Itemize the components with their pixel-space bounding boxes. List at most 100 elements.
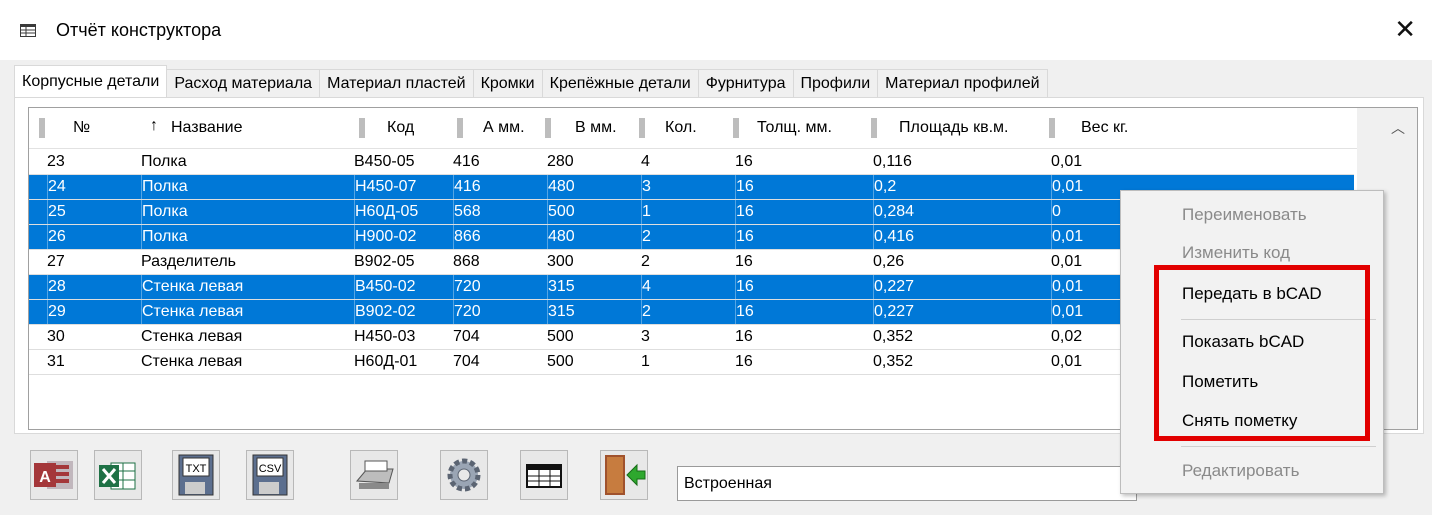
cell-qty: 3	[641, 328, 650, 345]
svg-text:A: A	[39, 469, 51, 486]
cell-weight: 0,02	[1051, 328, 1083, 345]
cell-b: 480	[547, 225, 575, 249]
cell-qty: 4	[641, 153, 650, 170]
cell-name: Полка	[141, 225, 188, 249]
cell-thickness: 16	[735, 175, 754, 199]
cell-code: Н450-07	[354, 175, 416, 199]
table-row[interactable]: 23 Полка В450-05 416 280 4 16 0,116 0,01	[29, 150, 1354, 175]
column-header-number[interactable]: №	[39, 108, 129, 148]
tab-fasteners[interactable]: Крепёжные детали	[542, 69, 699, 98]
report-type-combo[interactable]: Встроенная	[677, 466, 1137, 501]
tab-edges[interactable]: Кромки	[473, 69, 543, 98]
cell-number: 31	[47, 353, 65, 370]
cell-qty: 1	[641, 200, 651, 224]
cell-number: 30	[47, 328, 65, 345]
cell-qty: 1	[641, 353, 650, 370]
export-txt-button[interactable]: TXT	[172, 450, 220, 500]
cell-a: 704	[453, 353, 480, 370]
cell-area: 0,352	[873, 353, 914, 370]
cell-a: 720	[453, 300, 481, 324]
cell-number: 28	[47, 275, 66, 299]
column-header-thickness[interactable]: Толщ. мм.	[731, 108, 861, 148]
cell-number: 25	[47, 200, 66, 224]
cell-b: 480	[547, 175, 575, 199]
cell-code: Н60Д-05	[354, 200, 418, 224]
column-header-qty[interactable]: Кол.	[639, 108, 729, 148]
column-header-weight[interactable]: Вес кг.	[1047, 108, 1247, 148]
cell-number: 24	[47, 175, 66, 199]
cell-code: Н450-03	[354, 328, 416, 345]
cell-qty: 4	[641, 275, 651, 299]
menu-item-change-code[interactable]: Изменить код	[1182, 243, 1290, 263]
cell-code: В902-05	[354, 253, 415, 270]
cell-thickness: 16	[735, 275, 754, 299]
cell-weight: 0,01	[1051, 225, 1083, 249]
column-header-area[interactable]: Площадь кв.м.	[869, 108, 1044, 148]
report-window-icon	[20, 24, 36, 37]
cell-b: 500	[547, 200, 575, 224]
cell-number: 27	[47, 253, 65, 270]
tab-hardware[interactable]: Фурнитура	[698, 69, 794, 98]
title-bar: Отчёт конструктора ✕	[0, 0, 1432, 60]
export-excel-button[interactable]	[94, 450, 142, 500]
cell-area: 0,284	[873, 200, 914, 224]
cell-qty: 2	[641, 300, 651, 324]
cell-thickness: 16	[735, 328, 753, 345]
cell-number: 29	[47, 300, 66, 324]
cell-b: 315	[547, 300, 575, 324]
cell-area: 0,116	[873, 153, 912, 170]
export-csv-button[interactable]: CSV	[246, 450, 294, 500]
column-header-b[interactable]: В мм.	[541, 108, 631, 148]
tab-body-parts[interactable]: Корпусные детали	[14, 65, 168, 98]
cell-weight: 0,01	[1051, 153, 1083, 170]
tab-panel-material[interactable]: Материал пластей	[320, 69, 474, 98]
cell-b: 280	[547, 153, 574, 170]
floppy-txt-icon: TXT	[178, 454, 214, 496]
exit-button[interactable]	[600, 450, 648, 500]
column-header-a[interactable]: А мм.	[449, 108, 539, 148]
tab-bar: Корпусные детали Расход материала Матери…	[14, 65, 1048, 98]
cell-number: 23	[47, 153, 65, 170]
cell-area: 0,2	[873, 175, 896, 199]
menu-item-edit[interactable]: Редактировать	[1182, 461, 1299, 481]
cell-code: В450-05	[354, 153, 415, 170]
window-title: Отчёт конструктора	[56, 20, 222, 40]
cell-b: 500	[547, 353, 574, 370]
menu-item-rename[interactable]: Переименовать	[1182, 205, 1307, 225]
cell-area: 0,416	[873, 225, 914, 249]
close-icon[interactable]: ✕	[1394, 14, 1416, 44]
cell-weight: 0,01	[1051, 175, 1083, 199]
column-header-code[interactable]: Код	[351, 108, 447, 148]
cell-a: 416	[453, 153, 480, 170]
cell-number: 26	[47, 225, 66, 249]
settings-button[interactable]	[440, 450, 488, 500]
cell-a: 866	[453, 225, 481, 249]
cell-a: 720	[453, 275, 481, 299]
tab-material-usage[interactable]: Расход материала	[167, 69, 321, 98]
cell-area: 0,26	[873, 253, 905, 270]
tab-profiles[interactable]: Профили	[793, 69, 879, 98]
cell-weight: 0,01	[1051, 353, 1083, 370]
cell-code: В450-02	[354, 275, 416, 299]
cell-weight: 0,01	[1051, 300, 1083, 324]
report-type-value: Встроенная	[684, 475, 772, 492]
excel-icon	[99, 462, 136, 490]
highlight-annotation-box	[1154, 265, 1370, 441]
cell-thickness: 16	[735, 153, 753, 170]
column-header-name[interactable]: ↑ Название	[135, 108, 350, 148]
table-header: № ↑ Название Код А мм. В мм. Кол. Толщ. …	[29, 108, 1417, 149]
svg-text:TXT: TXT	[186, 463, 207, 475]
table-view-button[interactable]	[520, 450, 568, 500]
cell-name: Стенка левая	[141, 353, 243, 370]
cell-qty: 3	[641, 175, 651, 199]
cell-area: 0,227	[873, 300, 914, 324]
print-button[interactable]	[350, 450, 398, 500]
export-access-button[interactable]: A	[30, 450, 78, 500]
cell-name: Разделитель	[141, 253, 237, 270]
sort-ascending-icon: ↑	[150, 117, 158, 134]
scroll-up-icon[interactable]: ︿	[1391, 118, 1405, 138]
cell-qty: 2	[641, 225, 651, 249]
cell-thickness: 16	[735, 353, 753, 370]
tab-profile-material[interactable]: Материал профилей	[878, 69, 1048, 98]
cell-a: 704	[453, 328, 480, 345]
